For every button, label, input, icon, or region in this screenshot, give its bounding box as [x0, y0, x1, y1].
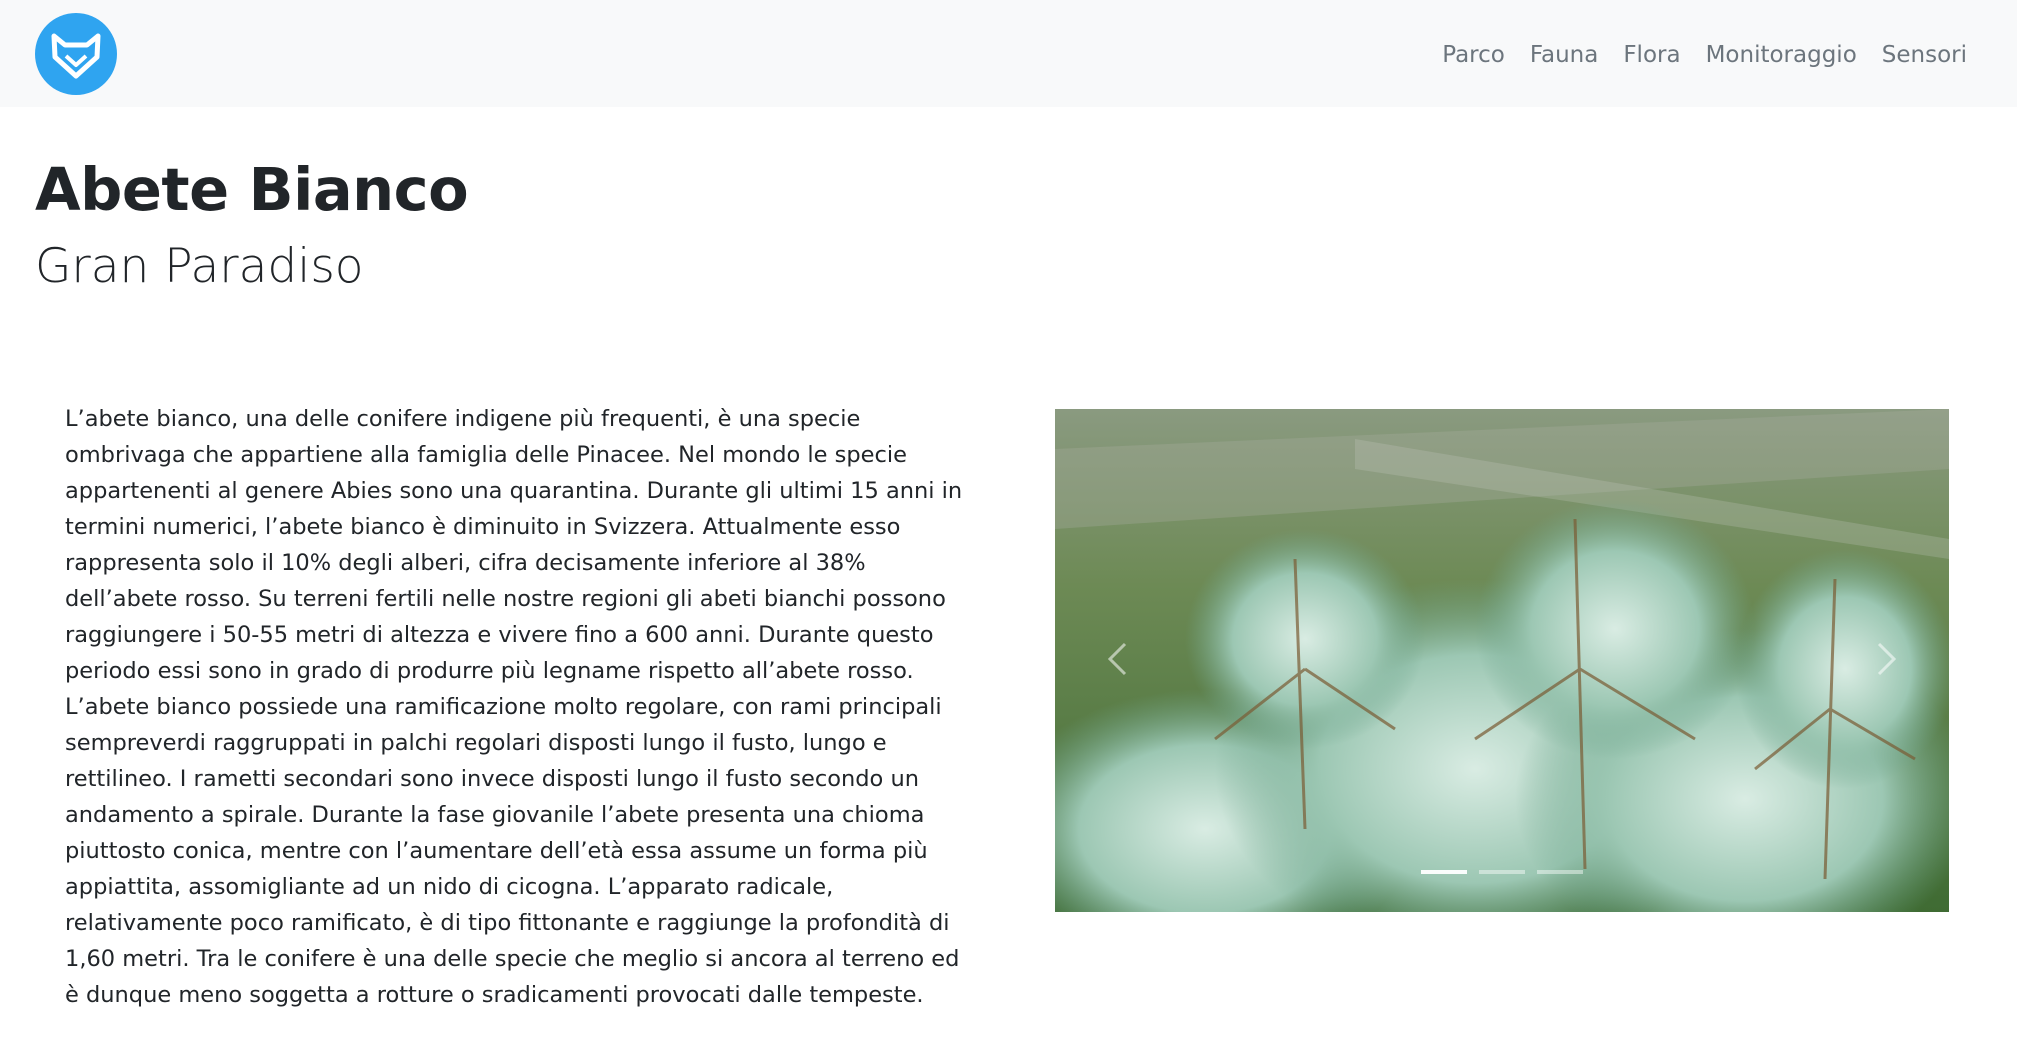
- carousel-prev-button[interactable]: [1075, 604, 1165, 714]
- nav-link-sensori[interactable]: Sensori: [1882, 38, 1967, 72]
- page-title: Abete Bianco: [35, 155, 469, 224]
- nav-link-parco[interactable]: Parco: [1442, 38, 1505, 72]
- carousel-indicator[interactable]: [1537, 870, 1583, 874]
- navbar: Parco Fauna Flora Monitoraggio Sensori: [0, 0, 2017, 107]
- carousel-next-button[interactable]: [1839, 604, 1929, 714]
- carousel-indicator[interactable]: [1421, 870, 1467, 874]
- main-nav: Parco Fauna Flora Monitoraggio Sensori: [1442, 38, 1967, 72]
- image-carousel[interactable]: [1055, 409, 1949, 912]
- carousel-indicator[interactable]: [1479, 870, 1525, 874]
- chevron-left-icon: [1107, 642, 1127, 676]
- nav-link-flora[interactable]: Flora: [1623, 38, 1680, 72]
- fir-branches-photo: [1055, 409, 1949, 912]
- page-subtitle: Gran Paradiso: [35, 239, 364, 294]
- chevron-right-icon: [1877, 642, 1897, 676]
- fox-logo-icon[interactable]: [35, 13, 117, 95]
- nav-link-fauna[interactable]: Fauna: [1530, 38, 1598, 72]
- species-description: L’abete bianco, una delle conifere indig…: [65, 406, 963, 1008]
- carousel-indicators: [1055, 870, 1949, 874]
- nav-link-monitoraggio[interactable]: Monitoraggio: [1706, 38, 1857, 72]
